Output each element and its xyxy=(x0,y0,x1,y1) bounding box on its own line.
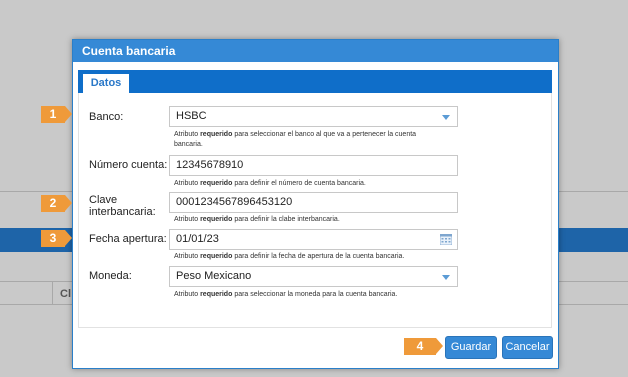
banco-label: Banco: xyxy=(89,111,124,123)
calendar-icon[interactable] xyxy=(440,234,452,245)
background-column-separator xyxy=(52,282,53,304)
numero-cuenta-input[interactable]: 12345678910 xyxy=(169,155,458,176)
step-badge-2: 2 xyxy=(41,195,72,212)
banco-select[interactable]: HSBC xyxy=(169,106,458,127)
banco-hint: Atributo requerido para seleccionar el b… xyxy=(174,131,417,148)
moneda-label: Moneda: xyxy=(89,270,132,282)
clabe-hint: Atributo requerido para definir la clabe… xyxy=(174,216,340,223)
step-badge-4: 4 xyxy=(404,338,443,355)
fecha-apertura-value: 01/01/23 xyxy=(176,233,219,245)
tab-bar: Datos xyxy=(78,70,552,93)
fecha-apertura-label: Fecha apertura: xyxy=(89,233,167,245)
step-badge-3: 3 xyxy=(41,230,72,247)
dialog-title: Cuenta bancaria xyxy=(73,40,558,62)
dialog-footer: Guardar Cancelar xyxy=(78,328,553,368)
clabe-input[interactable]: 0001234567896453120 xyxy=(169,192,458,213)
chevron-down-icon xyxy=(442,115,450,120)
tab-datos[interactable]: Datos xyxy=(82,73,130,93)
numero-cuenta-label: Número cuenta: xyxy=(89,159,168,171)
cancel-button[interactable]: Cancelar xyxy=(502,336,553,359)
moneda-select[interactable]: Peso Mexicano xyxy=(169,266,458,287)
numero-cuenta-hint: Atributo requerido para definir el númer… xyxy=(174,180,366,187)
chevron-down-icon xyxy=(442,275,450,280)
background-cell-text: Cl xyxy=(60,288,71,300)
bank-account-dialog: Cuenta bancaria Datos Banco: HSBC Atribu… xyxy=(72,39,559,369)
save-button[interactable]: Guardar xyxy=(445,336,497,359)
clabe-label: Clave interbancaria: xyxy=(89,194,156,218)
dialog-body: Banco: HSBC Atributo requerido para sele… xyxy=(78,93,552,328)
banco-select-value: HSBC xyxy=(176,110,207,122)
step-badge-1: 1 xyxy=(41,106,72,123)
fecha-apertura-hint: Atributo requerido para definir la fecha… xyxy=(174,253,405,260)
moneda-select-value: Peso Mexicano xyxy=(176,270,252,282)
fecha-apertura-input[interactable]: 01/01/23 xyxy=(169,229,458,250)
moneda-hint: Atributo requerido para seleccionar la m… xyxy=(174,291,398,298)
